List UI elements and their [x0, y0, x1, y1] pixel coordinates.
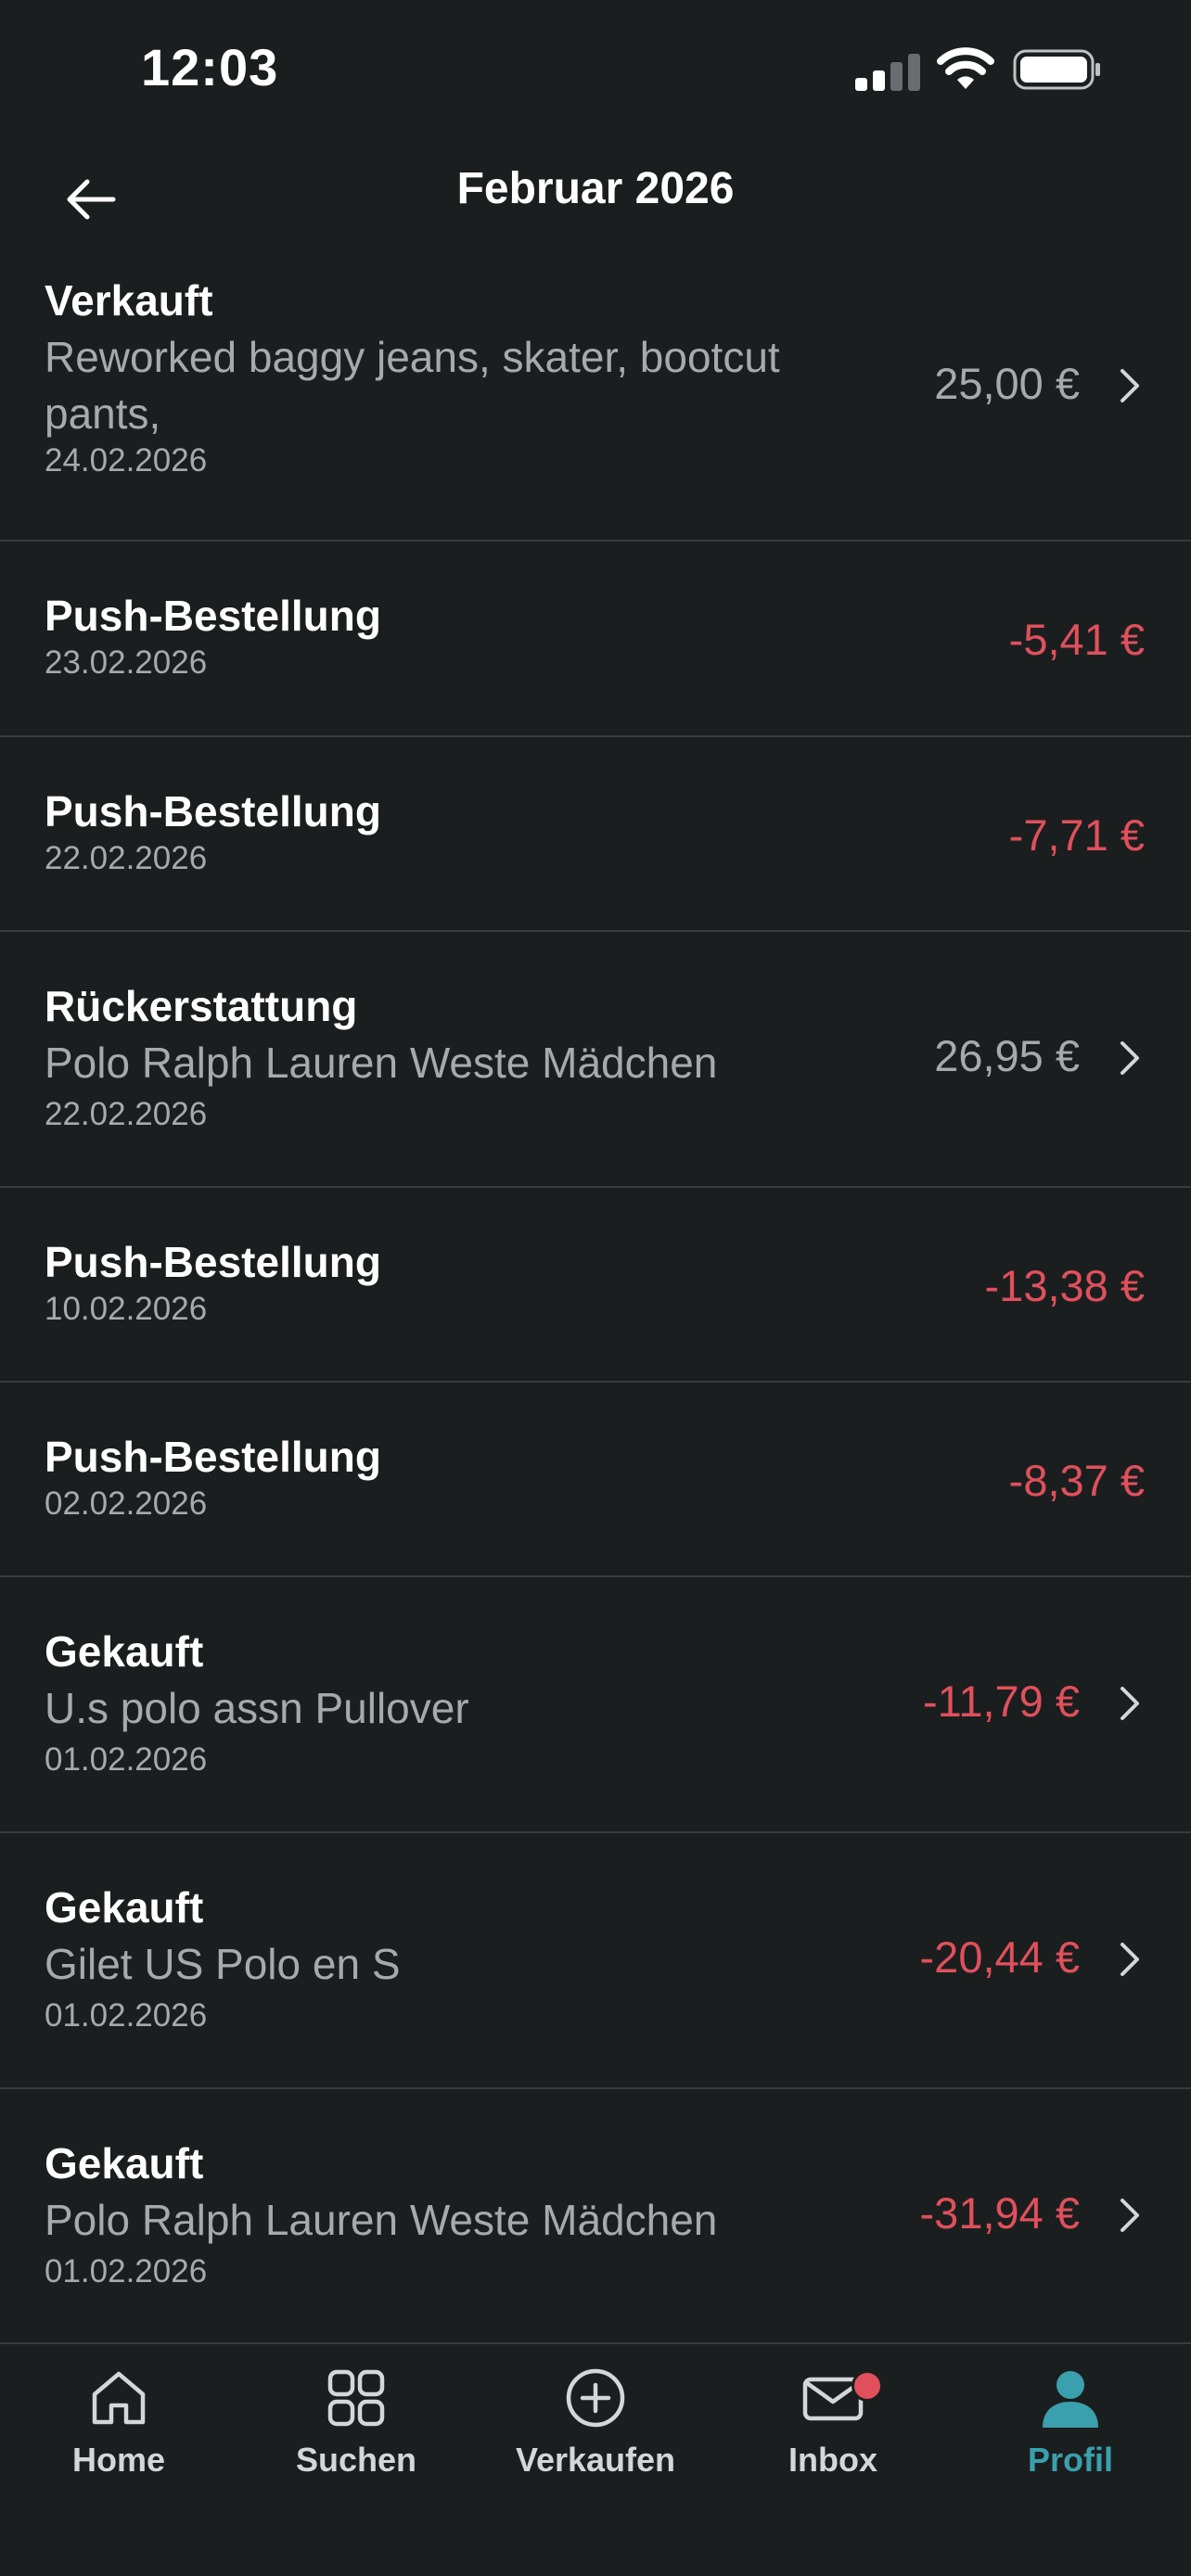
transaction-row[interactable]: Rückerstattung Polo Ralph Lauren Weste M…	[0, 932, 1191, 1188]
transaction-item-name: Gilet US Polo en S	[45, 1940, 401, 1988]
page-title: Februar 2026	[456, 164, 735, 213]
tab-sell[interactable]: Verkaufen	[477, 2365, 714, 2504]
transaction-row[interactable]: Push-Bestellung 02.02.2026 -8,37 €	[0, 1383, 1191, 1577]
transaction-amount: 25,00 €	[934, 359, 1080, 408]
chevron-right-icon	[1121, 1041, 1139, 1075]
transaction-date: 01.02.2026	[45, 1741, 208, 1778]
transaction-row[interactable]: Push-Bestellung 22.02.2026 -7,71 €	[0, 737, 1191, 932]
transaction-row[interactable]: Gekauft U.s polo assn Pullover 01.02.202…	[0, 1577, 1191, 1833]
transaction-date: 02.02.2026	[45, 1486, 208, 1522]
battery-icon	[1013, 49, 1100, 90]
transaction-title: Verkauft	[45, 276, 213, 325]
tab-inbox[interactable]: Inbox	[714, 2365, 952, 2504]
tab-search[interactable]: Suchen	[237, 2365, 475, 2504]
transaction-title: Push-Bestellung	[45, 787, 381, 835]
transaction-title: Rückerstattung	[45, 982, 358, 1030]
transaction-row[interactable]: Push-Bestellung 10.02.2026 -13,38 €	[0, 1188, 1191, 1383]
transaction-title: Gekauft	[45, 2139, 204, 2187]
transaction-row[interactable]: Push-Bestellung 23.02.2026 -5,41 €	[0, 542, 1191, 737]
transaction-date: 23.02.2026	[45, 644, 208, 681]
transaction-title: Push-Bestellung	[45, 1433, 381, 1481]
transaction-date: 01.02.2026	[45, 1997, 208, 2034]
tab-home[interactable]: Home	[0, 2365, 237, 2504]
transaction-title: Push-Bestellung	[45, 1238, 381, 1286]
inbox-unread-badge	[852, 2370, 883, 2402]
transaction-date: 10.02.2026	[45, 1291, 208, 1327]
transaction-title: Gekauft	[45, 1627, 204, 1676]
transaction-item-name: Reworked baggy jeans, skater, bootcut	[45, 333, 780, 381]
transaction-row[interactable]: Verkauft Reworked baggy jeans, skater, b…	[0, 260, 1191, 542]
tab-inbox-label: Inbox	[788, 2441, 877, 2479]
tab-search-label: Suchen	[295, 2441, 417, 2479]
grid-icon	[327, 2369, 385, 2427]
transaction-item-name: U.s polo assn Pullover	[45, 1684, 469, 1732]
chevron-right-icon	[1121, 2199, 1139, 2232]
header: Februar 2026	[0, 139, 1191, 260]
transaction-date: 22.02.2026	[45, 840, 208, 876]
chevron-right-icon	[1121, 1943, 1139, 1976]
transaction-item-name-cont: pants,	[45, 389, 161, 438]
home-icon	[92, 2371, 146, 2425]
transaction-date: 22.02.2026	[45, 1096, 208, 1132]
transaction-date: 24.02.2026	[45, 442, 208, 478]
chevron-right-icon	[1121, 1687, 1139, 1720]
tab-profile[interactable]: Profil	[952, 2365, 1189, 2504]
transaction-amount: -20,44 €	[919, 1932, 1080, 1982]
transaction-amount: -13,38 €	[984, 1261, 1145, 1310]
tab-profile-label: Profil	[1027, 2441, 1113, 2479]
transaction-item-name: Polo Ralph Lauren Weste Mädchen	[45, 1039, 718, 1087]
transaction-date: 01.02.2026	[45, 2253, 208, 2289]
tab-home-label: Home	[71, 2441, 166, 2479]
plus-circle-icon	[566, 2368, 625, 2428]
transaction-amount: -11,79 €	[923, 1677, 1080, 1726]
transaction-amount: 26,95 €	[934, 1031, 1080, 1080]
transaction-row[interactable]: Gekauft Polo Ralph Lauren Weste Mädchen …	[0, 2089, 1191, 2345]
status-time: 12:03	[141, 38, 279, 96]
transaction-amount: -5,41 €	[1008, 615, 1145, 664]
transaction-list: Verkauft Reworked baggy jeans, skater, b…	[0, 260, 1191, 2345]
tab-sell-label: Verkaufen	[515, 2441, 676, 2479]
wifi-icon	[937, 47, 994, 89]
profile-icon	[1043, 2371, 1098, 2428]
transaction-item-name: Polo Ralph Lauren Weste Mädchen	[45, 2196, 718, 2244]
status-bar: 12:03	[0, 0, 1191, 139]
transaction-title: Push-Bestellung	[45, 592, 381, 640]
transaction-amount: -7,71 €	[1008, 810, 1145, 860]
transaction-amount: -8,37 €	[1008, 1456, 1145, 1505]
bottom-tab-bar: Home Suchen Verkaufen Inbox Profil	[0, 2342, 1191, 2576]
transaction-row[interactable]: Gekauft Gilet US Polo en S 01.02.2026 -2…	[0, 1833, 1191, 2089]
screen: 12:03 Februar 2026 Verkauft Reworked bag…	[0, 0, 1191, 2576]
transaction-title: Gekauft	[45, 1883, 204, 1932]
chevron-right-icon	[1121, 369, 1139, 402]
transaction-amount: -31,94 €	[919, 2188, 1080, 2238]
cellular-signal-icon	[855, 54, 920, 91]
